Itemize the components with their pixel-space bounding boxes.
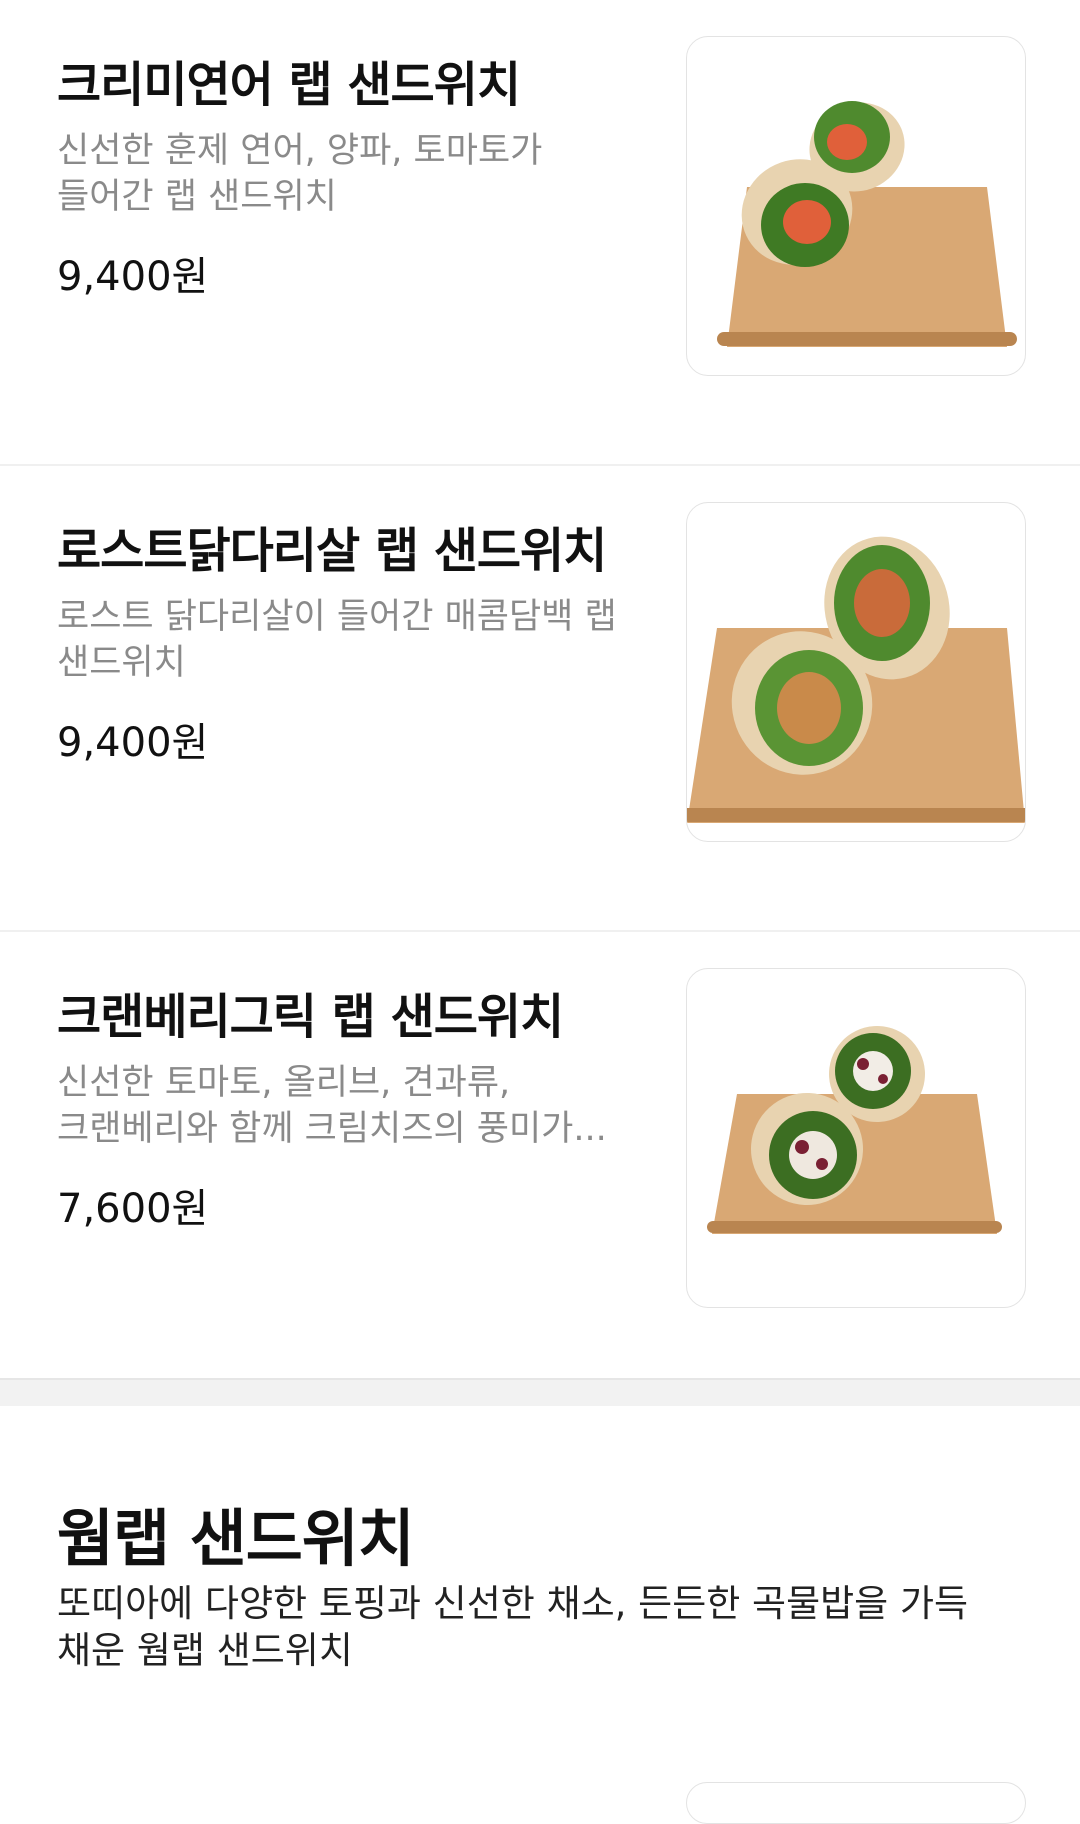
menu-item-price: 9,400원 — [57, 720, 209, 766]
menu-item-name: 로스트닭다리살 랩 샌드위치 — [57, 523, 607, 579]
salmon-wrap-image — [686, 36, 1026, 376]
menu-item-description: 신선한 토마토, 올리브, 견과류, 크랜베리와 함께 크림치즈의 풍미가... — [57, 1060, 667, 1152]
section-title: 웜랩 샌드위치 — [57, 1502, 415, 1575]
menu-item-description: 신선한 훈제 연어, 양파, 토마토가 들어간 랩 샌드위치 — [57, 128, 667, 220]
menu-item-description-line: 들어간 랩 샌드위치 — [57, 177, 337, 217]
menu-item-name: 크랜베리그릭 랩 샌드위치 — [57, 989, 564, 1045]
menu-item-description-line: 크랜베리와 함께 크림치즈의 풍미가... — [57, 1109, 607, 1149]
menu-item[interactable]: 크리미연어 랩 샌드위치 신선한 훈제 연어, 양파, 토마토가 들어간 랩 샌… — [0, 0, 1080, 466]
menu-item-description: 로스트 닭다리살이 들어간 매콤담백 랩 샌드위치 — [57, 594, 667, 686]
section-description-line: 또띠아에 다양한 토핑과 신선한 채소, 든든한 곡물밥을 가득 — [57, 1582, 969, 1625]
menu-item-price: 9,400원 — [57, 254, 209, 300]
next-item-image[interactable] — [686, 1782, 1026, 1824]
section-description-line: 채운 웜랩 샌드위치 — [57, 1629, 353, 1672]
chicken-wrap-image — [686, 502, 1026, 842]
cranberry-wrap-image — [686, 968, 1026, 1308]
menu-item-description-line: 로스트 닭다리살이 들어간 매콤담백 랩 — [57, 597, 617, 637]
menu-item-name: 크리미연어 랩 샌드위치 — [57, 57, 521, 113]
section-divider — [0, 1380, 1080, 1406]
menu-item-description-line: 신선한 훈제 연어, 양파, 토마토가 — [57, 131, 543, 171]
menu-item-price: 7,600원 — [57, 1186, 209, 1232]
section-description: 또띠아에 다양한 토핑과 신선한 채소, 든든한 곡물밥을 가득 채운 웜랩 샌… — [57, 1580, 1017, 1674]
menu-item-description-line: 신선한 토마토, 올리브, 견과류, — [57, 1063, 511, 1103]
menu-item[interactable]: 크랜베리그릭 랩 샌드위치 신선한 토마토, 올리브, 견과류, 크랜베리와 함… — [0, 932, 1080, 1380]
menu-item-description-line: 샌드위치 — [57, 643, 186, 683]
menu-item[interactable]: 로스트닭다리살 랩 샌드위치 로스트 닭다리살이 들어간 매콤담백 랩 샌드위치… — [0, 466, 1080, 932]
